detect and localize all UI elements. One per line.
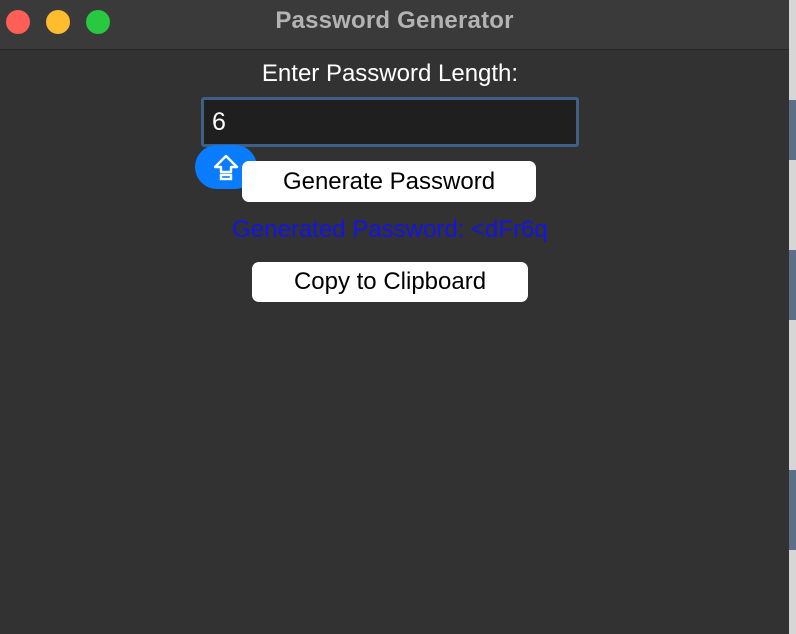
generate-password-button[interactable]: Generate Password	[242, 161, 536, 202]
title-bar[interactable]: Password Generator	[0, 0, 789, 50]
copy-to-clipboard-button[interactable]: Copy to Clipboard	[252, 262, 528, 302]
generated-password-text: Generated Password: <dFr6q	[232, 216, 548, 243]
password-length-input[interactable]	[201, 97, 579, 147]
app-window: Password Generator Enter Password Length…	[0, 0, 789, 634]
window-title: Password Generator	[275, 7, 514, 34]
password-length-label: Enter Password Length:	[261, 60, 519, 87]
background-window-edge	[789, 0, 796, 634]
